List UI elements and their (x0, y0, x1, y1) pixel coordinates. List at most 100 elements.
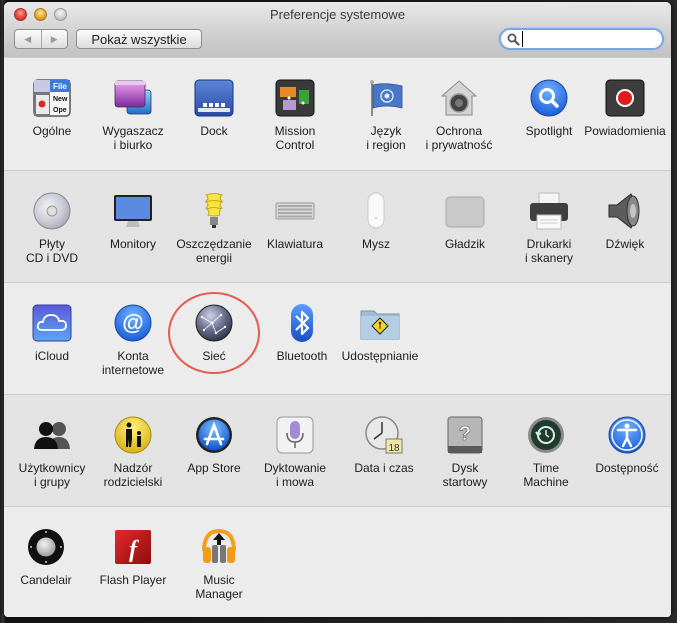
pref-label: Dysk startowy (442, 461, 488, 489)
pref-icloud[interactable]: iCloud (10, 303, 94, 363)
pref-energy-saver[interactable]: Oszczędzanie energii (172, 191, 256, 265)
pref-label: Użytkownicy i grupy (18, 461, 86, 489)
pref-flash-player[interactable]: f Flash Player (91, 527, 175, 587)
svg-text:18: 18 (388, 443, 400, 454)
printer-icon (530, 192, 568, 230)
mouse-icon (367, 192, 385, 229)
flash-player-icon: f (115, 530, 151, 564)
accessibility-icon (608, 416, 646, 454)
section-other: Candelair f Flash Player Music Manager (4, 506, 671, 617)
cd-dvd-icon (33, 192, 71, 230)
pref-candelair[interactable]: Candelair (4, 527, 88, 587)
search-icon (507, 33, 520, 46)
startup-disk-icon: ? (447, 416, 483, 454)
pref-internet-accounts[interactable]: @ Konta internetowe (91, 303, 175, 377)
general-icon: File New Ope (33, 79, 71, 117)
pref-label: Drukarki i skanery (524, 237, 574, 265)
network-globe-icon (195, 304, 233, 342)
pref-label: Wygaszacz i biurko (102, 124, 164, 152)
pref-displays[interactable]: Monitory (91, 191, 175, 251)
pref-label: Klawiatura (266, 237, 324, 251)
section-internet-wireless: iCloud @ Konta internetowe Sieć Bluetoot… (4, 282, 671, 395)
time-machine-icon (528, 417, 564, 453)
pref-label: Konta internetowe (101, 349, 165, 377)
pref-label: Mysz (362, 237, 390, 251)
pref-mission-control[interactable]: Mission Control (253, 78, 337, 152)
pref-mouse[interactable]: Mysz (334, 191, 418, 251)
pref-label: Dyktowanie i mowa (263, 461, 327, 489)
search-field[interactable] (499, 28, 664, 50)
desktop-screensaver-icon (114, 80, 152, 115)
pref-label: Time Machine (523, 461, 569, 489)
svg-text:Ope: Ope (53, 107, 67, 114)
pref-label: Bluetooth (276, 349, 328, 363)
pref-sound[interactable]: Dźwięk (583, 191, 667, 251)
show-all-button[interactable]: Pokaż wszystkie (76, 29, 202, 49)
pref-spotlight[interactable]: Spotlight (507, 78, 591, 138)
security-house-icon (440, 80, 478, 116)
svg-text:File: File (53, 82, 67, 91)
notifications-icon (605, 79, 645, 117)
pref-printers-scanners[interactable]: Drukarki i skanery (507, 191, 591, 265)
system-preferences-window: Preferencje systemowe ◀ ▶ Pokaż wszystki… (4, 2, 671, 617)
pref-bluetooth[interactable]: Bluetooth (260, 303, 344, 363)
pref-label: Dostępność (595, 461, 659, 475)
pref-cd-dvd[interactable]: Płyty CD i DVD (10, 191, 94, 265)
icloud-icon (32, 304, 72, 342)
pref-label: Dźwięk (605, 237, 645, 251)
pref-label: App Store (187, 461, 241, 475)
search-input[interactable] (522, 31, 653, 47)
pref-security-privacy[interactable]: Ochrona i prywatność (417, 78, 501, 152)
app-store-icon (196, 417, 232, 453)
pref-general[interactable]: File New Ope Ogólne (10, 78, 94, 138)
lightbulb-icon (204, 193, 224, 228)
bluetooth-icon (291, 304, 313, 342)
monitor-icon (114, 195, 152, 227)
music-manager-headphones-icon (202, 528, 236, 563)
section-system: Użytkownicy i grupy Nadzór rodzicielski … (4, 394, 671, 507)
pref-app-store[interactable]: App Store (172, 415, 256, 475)
back-button[interactable]: ◀ (15, 30, 42, 48)
keyboard-icon (275, 202, 315, 220)
microphone-icon (276, 416, 314, 454)
trackpad-icon (445, 196, 485, 228)
pref-time-machine[interactable]: Time Machine (504, 415, 588, 489)
pref-label: iCloud (34, 349, 70, 363)
at-sign-icon: @ (114, 304, 152, 342)
pref-label: Spotlight (525, 124, 573, 138)
titlebar-toolbar: Preferencje systemowe ◀ ▶ Pokaż wszystki… (4, 2, 671, 58)
svg-text:New: New (53, 96, 68, 103)
sharing-folder-icon (360, 310, 400, 340)
pref-dock[interactable]: Dock (172, 78, 256, 138)
pref-date-time[interactable]: 18 Data i czas (342, 415, 426, 475)
pref-accessibility[interactable]: Dostępność (585, 415, 669, 475)
pref-keyboard[interactable]: Klawiatura (253, 191, 337, 251)
pref-network[interactable]: Sieć (172, 303, 256, 363)
back-forward-control: ◀ ▶ (14, 29, 68, 49)
pref-label: Mission Control (274, 124, 316, 152)
pref-label: Gładzik (444, 237, 485, 251)
section-personal: File New Ope Ogólne Wygaszacz i biurko D… (4, 57, 671, 171)
pref-label: Język i region (366, 124, 406, 152)
pref-users-groups[interactable]: Użytkownicy i grupy (10, 415, 94, 489)
pref-startup-disk[interactable]: ? Dysk startowy (423, 415, 507, 489)
forward-button[interactable]: ▶ (42, 30, 68, 48)
pref-label: Data i czas (354, 461, 414, 475)
parental-controls-icon (114, 416, 152, 454)
pref-music-manager[interactable]: Music Manager (177, 527, 261, 601)
pref-label: Ochrona i prywatność (425, 124, 493, 152)
pref-trackpad[interactable]: Gładzik (423, 191, 507, 251)
spotlight-icon (530, 79, 568, 117)
pref-label: Nadzór rodzicielski (103, 461, 163, 489)
svg-text:@: @ (122, 310, 143, 335)
pref-language-region[interactable]: Język i region (344, 78, 428, 152)
pref-parental-controls[interactable]: Nadzór rodzicielski (91, 415, 175, 489)
flag-icon (370, 80, 403, 116)
pref-label: Ogólne (32, 124, 72, 138)
pref-dictation-speech[interactable]: Dyktowanie i mowa (253, 415, 337, 489)
window-title: Preferencje systemowe (269, 7, 406, 22)
pref-desktop-screensaver[interactable]: Wygaszacz i biurko (91, 78, 175, 152)
pref-sharing[interactable]: Udostępnianie (338, 303, 422, 363)
pref-label: Powiadomienia (584, 124, 666, 138)
pref-notifications[interactable]: Powiadomienia (583, 78, 667, 138)
